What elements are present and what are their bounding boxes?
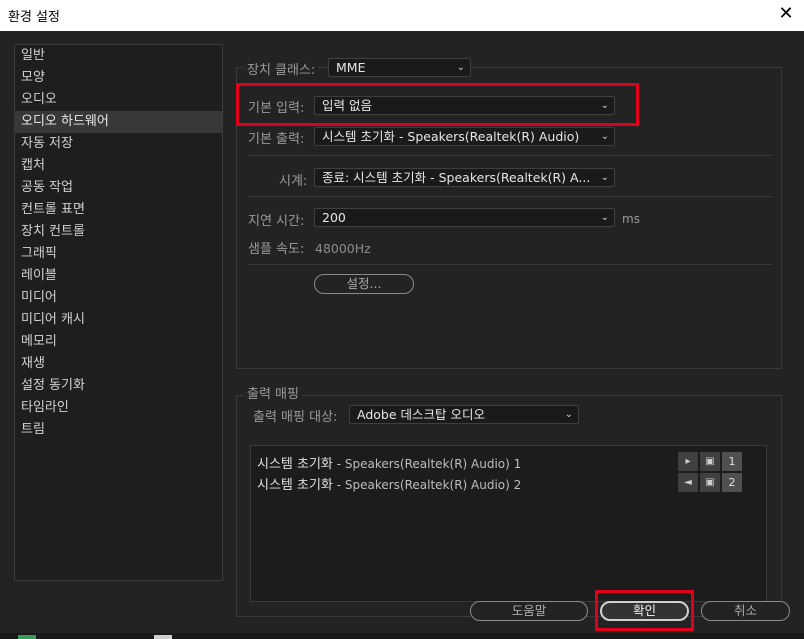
sidebar: 일반 모양 오디오 오디오 하드웨어 자동 저장 캡처 공동 작업 컨트롤 표면 장치 컨트롤 그…	[14, 44, 223, 581]
chevron-down-icon: ⌄	[564, 409, 573, 420]
clock-label: 시계:	[279, 174, 308, 189]
chevron-down-icon: ⌄	[600, 172, 609, 183]
play-icon[interactable]: ▸	[678, 452, 698, 471]
list-item[interactable]: 시스템 초기화 - Speakers(Realtek(R) Audio) 2	[257, 474, 521, 493]
latency-label: 지연 시간:	[248, 214, 305, 229]
help-button[interactable]: 도움말	[470, 601, 588, 621]
mapping-target-value: Adobe 데스크탑 오디오	[357, 407, 485, 422]
sidebar-item[interactable]: 트림	[15, 419, 222, 441]
latency-unit: ms	[622, 212, 640, 226]
output-device-icon[interactable]: ▣	[700, 473, 720, 492]
divider	[248, 196, 772, 197]
sidebar-item[interactable]: 타임라인	[15, 397, 222, 419]
sidebar-item[interactable]: 미디어	[15, 287, 222, 309]
device-class-value: MME	[336, 60, 366, 75]
sample-rate-value: 48000Hz	[315, 241, 371, 256]
sidebar-item[interactable]: 모양	[15, 67, 222, 89]
sidebar-item[interactable]: 그래픽	[15, 243, 222, 265]
device-class-dropdown[interactable]: MME ⌄	[328, 58, 471, 77]
close-icon[interactable]: ✕	[776, 4, 796, 24]
cancel-button[interactable]: 취소	[701, 601, 790, 621]
default-output-value: 시스템 초기화 - Speakers(Realtek(R) Audio)	[322, 129, 580, 144]
channel-badge[interactable]: 2	[722, 473, 742, 492]
sidebar-item[interactable]: 오디오	[15, 89, 222, 111]
sample-rate-label: 샘플 속도:	[248, 242, 305, 257]
clock-dropdown[interactable]: 종료: 시스템 초기화 - Speakers(Realtek(R) A... ⌄	[314, 168, 615, 187]
mapping-target-label: 출력 매핑 대상:	[253, 410, 338, 425]
sidebar-item[interactable]: 장치 컨트롤	[15, 221, 222, 243]
sidebar-item[interactable]: 설정 동기화	[15, 375, 222, 397]
output-mapping-list: 시스템 초기화 - Speakers(Realtek(R) Audio) 1 시…	[250, 445, 767, 602]
sidebar-item[interactable]: 공동 작업	[15, 177, 222, 199]
highlight-box-ok	[595, 590, 694, 631]
sidebar-item[interactable]: 캡처	[15, 155, 222, 177]
channel-badge[interactable]: 1	[722, 452, 742, 471]
taskbar-icon	[154, 635, 172, 639]
taskbar-icon	[18, 635, 36, 639]
sidebar-item[interactable]: 자동 저장	[15, 133, 222, 155]
divider	[248, 264, 772, 265]
settings-button[interactable]: 설정...	[314, 274, 414, 294]
sidebar-item[interactable]: 재생	[15, 353, 222, 375]
sidebar-item[interactable]: 메모리	[15, 331, 222, 353]
sidebar-item[interactable]: 일반	[15, 45, 222, 67]
sidebar-item[interactable]: 레이블	[15, 265, 222, 287]
device-class-label: 장치 클래스:	[244, 59, 319, 78]
window-title: 환경 설정	[8, 10, 60, 25]
chevron-down-icon: ⌄	[456, 62, 465, 73]
sidebar-item[interactable]: 미디어 캐시	[15, 309, 222, 331]
latency-value: 200	[322, 210, 346, 225]
chevron-down-icon: ⌄	[600, 131, 609, 142]
row-detail: - Speakers(Realtek(R) Audio) 1	[332, 457, 522, 471]
clock-value: 종료: 시스템 초기화 - Speakers(Realtek(R) A...	[322, 170, 591, 185]
sidebar-item[interactable]: 컨트롤 표면	[15, 199, 222, 221]
taskbar-strip	[0, 633, 804, 639]
row-name: 시스템 초기화	[257, 457, 333, 472]
row-name: 시스템 초기화	[257, 478, 333, 493]
highlight-box-input	[236, 83, 639, 126]
speaker-icon[interactable]: ◄	[678, 473, 698, 492]
latency-dropdown[interactable]: 200 ⌄	[314, 208, 615, 227]
default-output-dropdown[interactable]: 시스템 초기화 - Speakers(Realtek(R) Audio) ⌄	[314, 127, 615, 146]
output-mapping-title: 출력 매핑	[244, 383, 302, 402]
row-detail: - Speakers(Realtek(R) Audio) 2	[332, 478, 522, 492]
list-item[interactable]: 시스템 초기화 - Speakers(Realtek(R) Audio) 1	[257, 453, 521, 472]
title-bar: 환경 설정 ✕	[0, 0, 804, 31]
divider	[248, 155, 772, 156]
output-device-icon[interactable]: ▣	[700, 452, 720, 471]
chevron-down-icon: ⌄	[600, 212, 609, 223]
default-output-label: 기본 출력:	[248, 132, 305, 147]
mapping-target-dropdown[interactable]: Adobe 데스크탑 오디오 ⌄	[349, 405, 579, 424]
sidebar-item[interactable]: 오디오 하드웨어	[15, 111, 222, 133]
